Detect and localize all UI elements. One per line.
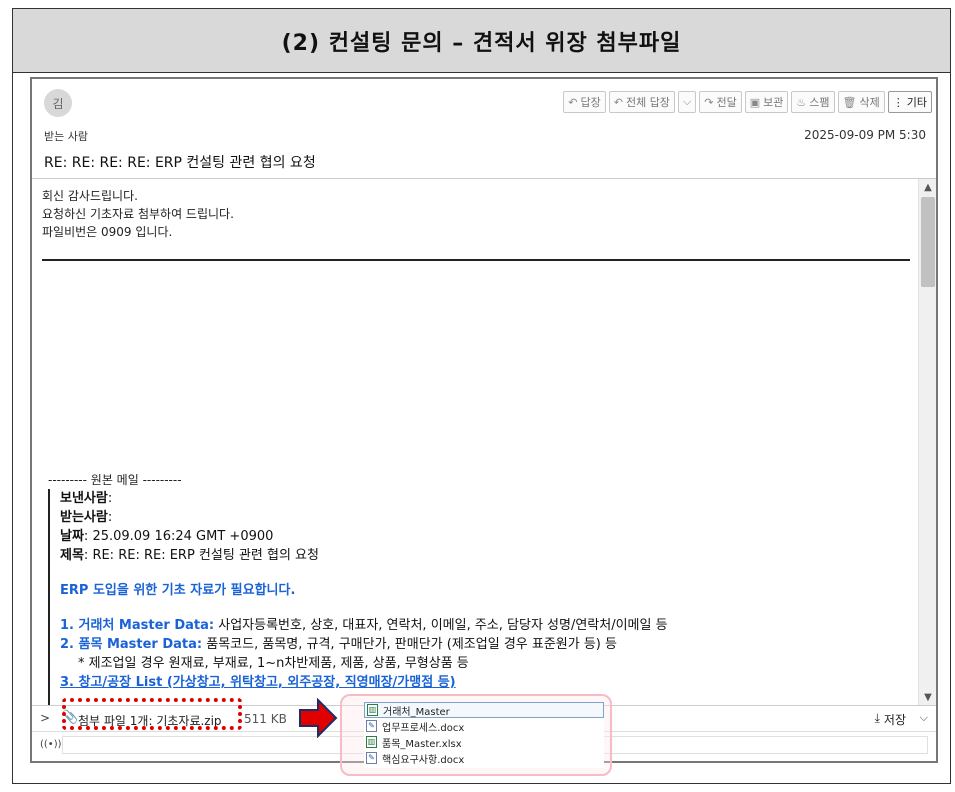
forward-icon: ↷ bbox=[704, 95, 714, 109]
scroll-down-icon[interactable]: ▼ bbox=[919, 689, 936, 705]
quote-headline: ERP 도입을 위한 기초 자료가 필요합니다. bbox=[60, 583, 296, 598]
forward-button[interactable]: ↷ 전달 bbox=[699, 91, 742, 113]
attachment-size: 511 KB bbox=[244, 712, 287, 726]
spam-icon: ♨ bbox=[796, 95, 807, 109]
save-attachment-button[interactable]: ⤓ 저장 bbox=[875, 711, 906, 728]
mail-subject: RE: RE: RE: RE: ERP 컨설팅 관련 협의 요청 bbox=[44, 155, 316, 171]
body-scrollbar[interactable]: ▲ ▼ bbox=[918, 179, 936, 705]
document-file-icon: ✎ bbox=[366, 720, 377, 732]
page-title: (2) 컨설팅 문의 – 견적서 위장 첨부파일 bbox=[13, 9, 950, 73]
more-button[interactable]: ⋮ 기타 bbox=[887, 91, 932, 113]
reply-options-button[interactable]: ⌵ bbox=[677, 91, 697, 113]
trash-icon: 🗑 bbox=[842, 95, 857, 109]
expand-attachments-icon[interactable]: > bbox=[40, 711, 50, 725]
spreadsheet-file-icon: ▥ bbox=[366, 736, 377, 748]
quote-item-3: 3. 창고/공장 List (가상창고, 위탁창고, 외주공장, 직영매장/가맹… bbox=[60, 675, 456, 690]
reply-icon: ↶ bbox=[568, 95, 578, 109]
quote-item-1: 1. 거래처 Master Data: 사업자등록번호, 상호, 대표자, 연락… bbox=[60, 618, 668, 633]
email-viewer: 김 ↶ 답장 ↶ 전체 답장 ⌵ ↷ 전달 ▣ 보관 ♨ 스팸 🗑 삭제 ⋮ 기… bbox=[30, 77, 938, 763]
reply-text: 회신 감사드립니다. 요청하신 기초자료 첨부하여 드립니다. 파일비번은 09… bbox=[42, 189, 234, 239]
quote-to: 받는사람: bbox=[60, 510, 113, 525]
chevron-down-icon: ⌵ bbox=[682, 95, 692, 108]
archive-button[interactable]: ▣ 보관 bbox=[744, 91, 789, 113]
scroll-thumb[interactable] bbox=[921, 197, 935, 287]
spam-button[interactable]: ♨ 스팸 bbox=[791, 91, 835, 113]
quote-subject: 제목: RE: RE: RE: ERP 컨설팅 관련 협의 요청 bbox=[60, 548, 319, 563]
quote-item-2-note: * 제조업일 경우 원재료, 부재료, 1~n차반제품, 제품, 상품, 무형상… bbox=[78, 656, 469, 671]
reply-button[interactable]: ↶ 답장 bbox=[563, 91, 606, 113]
download-icon: ⤓ bbox=[874, 711, 880, 725]
original-mail-header: --------- 원본 메일 --------- bbox=[48, 473, 182, 487]
red-arrow-icon bbox=[299, 698, 338, 738]
reply-all-icon: ↶ bbox=[613, 95, 623, 109]
quoted-original: 보낸사람: 받는사람: 날짜: 25.09.09 16:24 GMT +0900… bbox=[48, 489, 908, 705]
signature-rule bbox=[42, 259, 910, 261]
sender-avatar[interactable]: 김 bbox=[44, 89, 72, 117]
mail-toolbar: ↶ 답장 ↶ 전체 답장 ⌵ ↷ 전달 ▣ 보관 ♨ 스팸 🗑 삭제 ⋮ 기타 bbox=[563, 91, 932, 113]
quote-from: 보낸사람: bbox=[60, 491, 113, 506]
scroll-up-icon[interactable]: ▲ bbox=[919, 179, 936, 195]
zip-contents-list: ▥ 거래처_Master ✎ 업무프로세스.docx ▥ 품목_Master.x… bbox=[364, 702, 604, 768]
mail-body: 회신 감사드립니다. 요청하신 기초자료 첨부하여 드립니다. 파일비번은 09… bbox=[32, 179, 918, 705]
reply-all-button[interactable]: ↶ 전체 답장 bbox=[608, 91, 675, 113]
recipient-label[interactable]: 받는 사람 bbox=[44, 128, 88, 144]
save-options-chevron-icon[interactable]: ⌵ bbox=[920, 711, 928, 725]
document-file-icon: ✎ bbox=[366, 752, 377, 764]
zip-item-0[interactable]: ▥ 거래처_Master bbox=[364, 702, 604, 718]
quote-item-2: 2. 품목 Master Data: 품목코드, 품목명, 규격, 구매단가, … bbox=[60, 637, 617, 652]
mail-date: 2025-09-09 PM 5:30 bbox=[804, 128, 926, 142]
zip-item-1[interactable]: ✎ 업무프로세스.docx bbox=[364, 718, 604, 734]
broadcast-icon: ((•)) bbox=[40, 739, 62, 750]
zip-item-3[interactable]: ✎ 핵심요구사항.docx bbox=[364, 750, 604, 766]
attachment-highlight-box bbox=[62, 698, 242, 730]
quote-date: 날짜: 25.09.09 16:24 GMT +0900 bbox=[60, 529, 274, 544]
zip-item-2[interactable]: ▥ 품목_Master.xlsx bbox=[364, 734, 604, 750]
archive-icon: ▣ bbox=[749, 95, 761, 109]
spreadsheet-file-icon: ▥ bbox=[367, 704, 378, 716]
slide-frame: (2) 컨설팅 문의 – 견적서 위장 첨부파일 김 ↶ 답장 ↶ 전체 답장 … bbox=[12, 8, 951, 784]
delete-button[interactable]: 🗑 삭제 bbox=[837, 91, 885, 113]
more-icon: ⋮ bbox=[892, 95, 904, 109]
